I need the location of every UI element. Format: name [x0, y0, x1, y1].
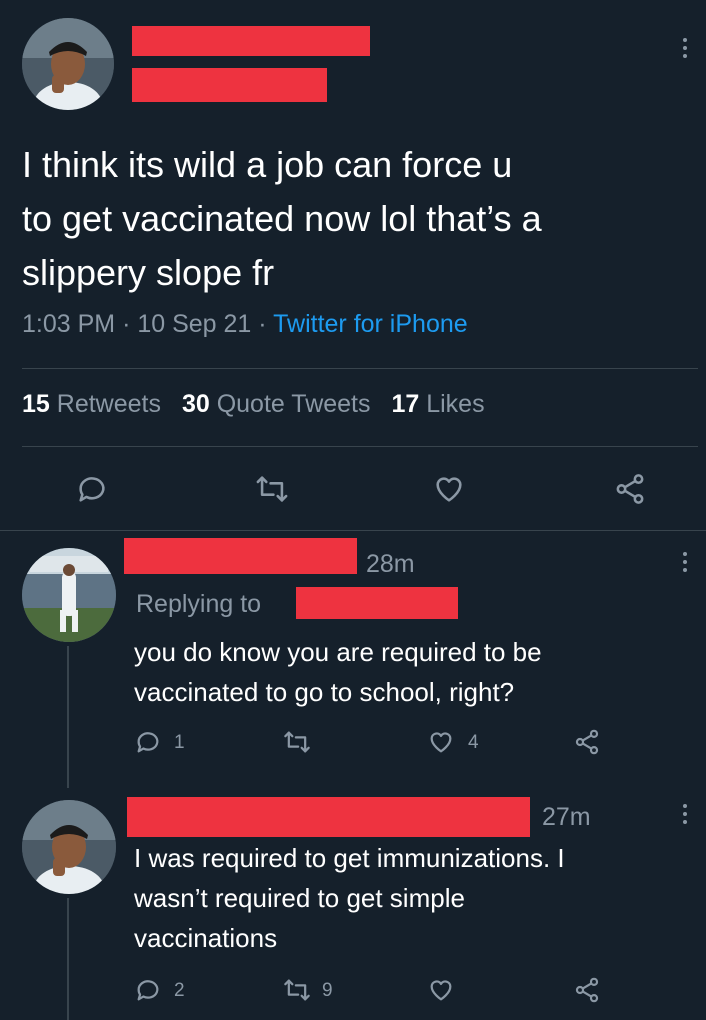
- reply2-time[interactable]: 27m: [542, 803, 591, 832]
- reply2-author-redacted: [127, 797, 530, 837]
- share-icon[interactable]: [612, 472, 648, 511]
- reply-text-line: vaccinated to go to school, right?: [134, 677, 515, 707]
- likes-label: Likes: [426, 390, 485, 418]
- replying-to-label: Replying to: [136, 590, 262, 618]
- reply-text-line: vaccinations: [134, 923, 278, 953]
- tweet-meta: 1:03 PM · 10 Sep 21 · Twitter for iPhone: [22, 310, 468, 339]
- retweets-count: 15: [22, 390, 50, 418]
- tweet-source-link[interactable]: Twitter for iPhone: [273, 310, 468, 338]
- like-count: 4: [468, 732, 479, 753]
- retweet-icon[interactable]: [254, 472, 290, 511]
- thread-line: [67, 898, 69, 1020]
- tweet-time[interactable]: 1:03 PM: [22, 310, 115, 338]
- reply-text-line: you do know you are required to be: [134, 637, 542, 667]
- share-icon[interactable]: [572, 976, 602, 1009]
- divider: [0, 530, 706, 531]
- retweet-icon[interactable]: [282, 976, 312, 1009]
- reply-icon[interactable]: [75, 472, 109, 511]
- quotes-stat[interactable]: 30 Quote Tweets: [182, 390, 378, 418]
- author-name-redacted: [132, 26, 370, 56]
- author-avatar[interactable]: [22, 18, 114, 110]
- reply2-text: I was required to get immunizations. I w…: [134, 838, 694, 958]
- quotes-label: Quote Tweets: [216, 390, 371, 418]
- replying-to-handle-redacted[interactable]: [296, 587, 458, 619]
- reply-text-line: wasn’t required to get simple: [134, 883, 465, 913]
- retweets-stat[interactable]: 15 Retweets: [22, 390, 168, 418]
- reply1-text: you do know you are required to be vacci…: [134, 632, 694, 712]
- likes-count: 17: [391, 390, 420, 418]
- like-icon[interactable]: [426, 976, 456, 1009]
- thread-line: [67, 646, 69, 788]
- tweet-text-line: to get vaccinated now lol that’s a: [22, 198, 542, 239]
- retweet-icon[interactable]: [282, 728, 312, 761]
- like-icon[interactable]: [426, 728, 456, 761]
- share-icon[interactable]: [572, 728, 602, 761]
- tweet-date[interactable]: 10 Sep 21: [137, 310, 251, 338]
- retweets-label: Retweets: [56, 390, 161, 418]
- reply-text-line: I was required to get immunizations. I: [134, 843, 565, 873]
- tweet-stats: 15 Retweets 30 Quote Tweets 17 Likes: [22, 390, 485, 419]
- tweet-text: I think its wild a job can force u to ge…: [22, 138, 692, 300]
- retweet-count: 9: [322, 980, 333, 1001]
- reply-icon[interactable]: [134, 976, 162, 1009]
- meta-separator: ·: [122, 310, 131, 338]
- reply1-author-redacted: [124, 538, 357, 574]
- author-avatar[interactable]: [22, 800, 116, 894]
- reply-count: 1: [174, 732, 185, 753]
- author-handle-redacted: [132, 68, 327, 102]
- divider: [22, 368, 698, 369]
- more-icon[interactable]: [682, 804, 688, 828]
- divider: [22, 446, 698, 447]
- reply-icon[interactable]: [134, 728, 162, 761]
- reply1-time[interactable]: 28m: [366, 550, 415, 579]
- like-icon[interactable]: [431, 472, 467, 511]
- quotes-count: 30: [181, 390, 210, 418]
- meta-separator: ·: [258, 310, 267, 338]
- reply-avatar[interactable]: [22, 548, 116, 642]
- more-icon[interactable]: [682, 552, 688, 576]
- tweet-text-line: I think its wild a job can force u: [22, 144, 513, 185]
- reply-count: 2: [174, 980, 185, 1001]
- more-icon[interactable]: [682, 38, 688, 62]
- tweet-text-line: slippery slope fr: [22, 252, 275, 293]
- likes-stat[interactable]: 17 Likes: [391, 390, 484, 418]
